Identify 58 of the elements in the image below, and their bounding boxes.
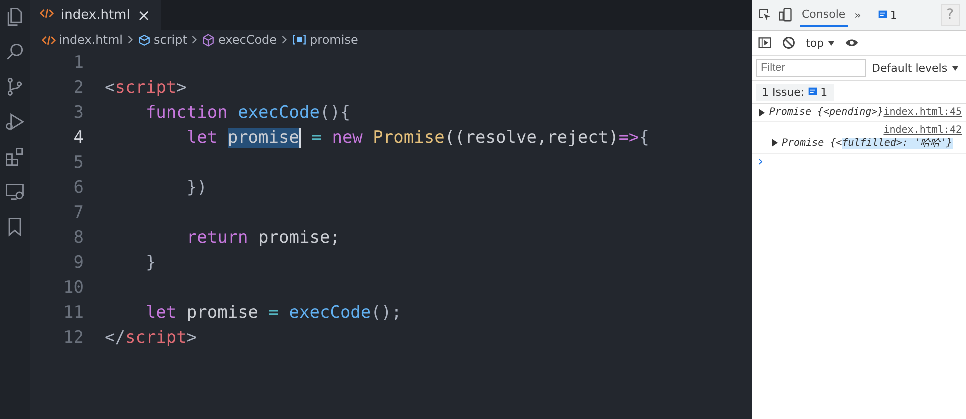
line-number: 5 xyxy=(72,152,85,172)
console-prompt[interactable]: › xyxy=(752,154,966,170)
code-line: }) xyxy=(186,178,208,198)
code-line: let promise = new Promise((resolve,reject)=>{ xyxy=(186,128,650,148)
issue-count[interactable]: 1 xyxy=(890,8,898,22)
line-number: 10 xyxy=(62,278,85,298)
source-link[interactable]: index.html:42 xyxy=(884,125,962,136)
chevron-icon xyxy=(126,35,134,45)
clear-console-icon[interactable] xyxy=(782,36,796,50)
line-number: 11 xyxy=(62,302,85,322)
message-icon xyxy=(808,87,818,97)
log-levels-dropdown[interactable]: Default levels xyxy=(872,62,959,74)
breadcrumb-label: script xyxy=(154,33,188,47)
sidebar-toggle-icon[interactable] xyxy=(758,36,772,50)
caret-icon xyxy=(828,40,836,46)
breadcrumb-label: promise xyxy=(310,33,358,47)
breadcrumb-label: index.html xyxy=(59,33,123,47)
html-file-icon xyxy=(42,34,56,46)
line-number: 1 xyxy=(72,52,85,72)
device-toolbar-icon[interactable] xyxy=(779,8,793,22)
cube-icon xyxy=(202,34,216,46)
code-line: <script> xyxy=(105,78,187,98)
remote-explorer-icon[interactable] xyxy=(4,181,26,203)
cube-icon xyxy=(138,34,151,46)
code-line: let promise = execCode(); xyxy=(144,302,402,322)
line-number: 3 xyxy=(72,102,85,122)
caret-icon xyxy=(952,66,959,70)
code-line: return promise; xyxy=(186,228,340,248)
chevron-icon xyxy=(191,35,198,45)
extensions-icon[interactable] xyxy=(4,146,26,168)
line-number: 7 xyxy=(72,202,85,222)
code-line: } xyxy=(144,252,156,272)
console-tab[interactable]: Console xyxy=(800,4,848,26)
inspect-icon[interactable] xyxy=(758,8,772,22)
source-link[interactable]: index.html:45 xyxy=(884,107,962,118)
line-number: 12 xyxy=(62,328,85,348)
line-number: 2 xyxy=(72,78,85,98)
issues-button[interactable]: 1 Issue: 1 xyxy=(756,84,834,100)
expand-icon[interactable] xyxy=(772,139,778,147)
filter-field[interactable]: Filter xyxy=(756,59,866,77)
context-dropdown[interactable]: top xyxy=(806,36,836,50)
line-number: 6 xyxy=(72,178,85,198)
line-number: 8 xyxy=(72,228,85,248)
line-number: 4 xyxy=(72,128,85,148)
log-message: Promise {<pending>} xyxy=(769,107,884,118)
line-number: 9 xyxy=(72,252,85,272)
close-icon[interactable]: × xyxy=(137,6,151,24)
code-line: function execCode(){ xyxy=(144,102,351,122)
chevron-icon xyxy=(281,35,288,45)
expand-icon[interactable] xyxy=(759,108,766,116)
log-message: Promise {<fulfilled>: '哈哈'} xyxy=(782,137,953,150)
more-tabs-button[interactable]: » xyxy=(854,8,862,22)
editor-tab[interactable]: index.html × xyxy=(30,0,161,30)
message-icon xyxy=(878,10,888,20)
breadcrumb-label: execCode xyxy=(218,33,278,47)
variable-icon xyxy=(292,34,308,46)
run-debug-icon[interactable] xyxy=(4,111,26,133)
code-line: </script> xyxy=(105,328,198,348)
